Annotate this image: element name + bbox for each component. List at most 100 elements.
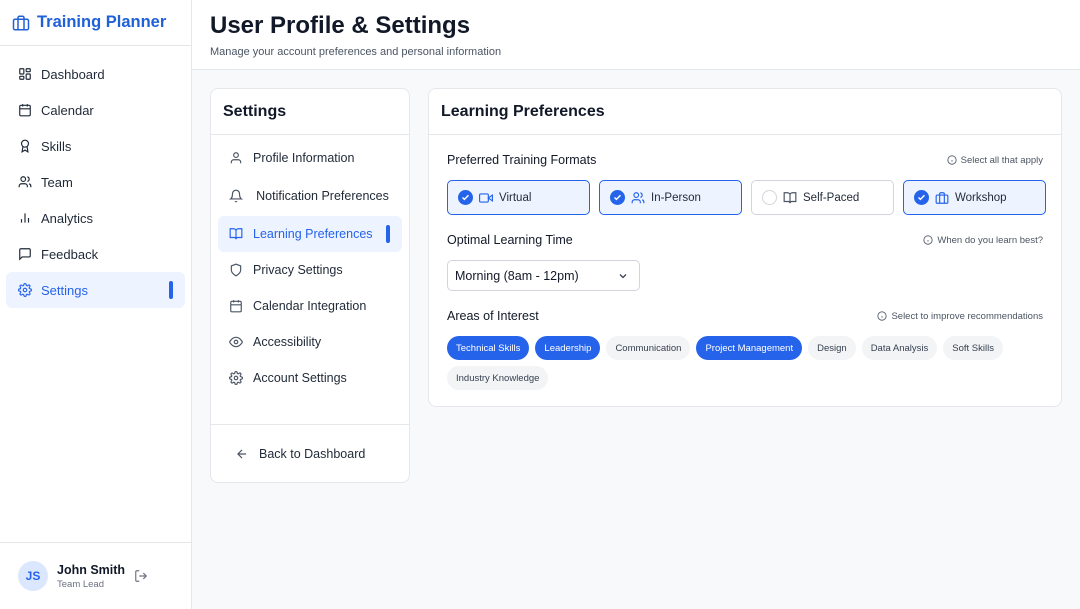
user-profile: JS John Smith Team Lead bbox=[0, 542, 191, 609]
interest-chip[interactable]: Soft Skills bbox=[943, 336, 1003, 360]
format-option-self-paced[interactable]: Self-Paced bbox=[751, 180, 894, 215]
active-indicator bbox=[169, 281, 173, 299]
learning-preferences-title: Learning Preferences bbox=[429, 89, 1061, 135]
info-icon bbox=[877, 311, 888, 321]
eye-icon bbox=[229, 335, 243, 349]
interest-chip[interactable]: Project Management bbox=[696, 336, 803, 360]
settings-item-label: Privacy Settings bbox=[253, 263, 343, 277]
settings-item-label: Learning Preferences bbox=[253, 227, 373, 241]
brand[interactable]: Training Planner bbox=[0, 0, 191, 46]
users-icon bbox=[631, 191, 645, 205]
sidebar-item-feedback[interactable]: Feedback bbox=[6, 236, 185, 272]
format-label: Workshop bbox=[955, 191, 1007, 204]
interest-chip[interactable]: Technical Skills bbox=[447, 336, 530, 360]
format-option-workshop[interactable]: Workshop bbox=[903, 180, 1046, 215]
format-label: Self-Paced bbox=[803, 191, 860, 204]
settings-item-label: Calendar Integration bbox=[253, 299, 367, 313]
formats-label: Preferred Training Formats bbox=[447, 153, 597, 167]
interests-header: Areas of Interest Select to improve reco… bbox=[447, 309, 1043, 323]
video-icon bbox=[479, 191, 493, 205]
interest-chip[interactable]: Communication bbox=[606, 336, 691, 360]
sidebar: Training Planner Dashboard Calendar Skil… bbox=[0, 0, 192, 609]
format-label: In-Person bbox=[651, 191, 701, 204]
sidebar-nav: Dashboard Calendar Skills Team Analytics… bbox=[0, 46, 191, 308]
shield-icon bbox=[229, 263, 243, 277]
settings-item-profile[interactable]: Profile Information bbox=[218, 140, 402, 176]
select-value: Morning (8am - 12pm) bbox=[455, 268, 579, 283]
settings-title: Settings bbox=[211, 89, 409, 135]
gear-icon bbox=[18, 283, 32, 297]
sidebar-item-label: Analytics bbox=[41, 210, 94, 226]
settings-item-privacy[interactable]: Privacy Settings bbox=[218, 252, 402, 288]
briefcase-icon bbox=[935, 191, 949, 205]
settings-item-account[interactable]: Account Settings bbox=[218, 360, 402, 396]
interests-label: Areas of Interest bbox=[447, 309, 539, 323]
settings-item-notifications[interactable]: Notification Preferences bbox=[218, 176, 402, 216]
page-header: User Profile & Settings Manage your acco… bbox=[192, 0, 1080, 70]
learning-preferences-card: Learning Preferences Preferred Training … bbox=[428, 88, 1062, 407]
format-label: Virtual bbox=[499, 191, 532, 204]
sidebar-item-settings[interactable]: Settings bbox=[6, 272, 185, 308]
interest-chip[interactable]: Leadership bbox=[535, 336, 601, 360]
interest-chip[interactable]: Design bbox=[808, 336, 856, 360]
formats-options: Virtual In-Person Self-Paced Workshop bbox=[447, 180, 1046, 215]
format-option-in-person[interactable]: In-Person bbox=[599, 180, 742, 215]
settings-item-label: Account Settings bbox=[253, 371, 347, 385]
message-icon bbox=[18, 247, 32, 261]
sidebar-item-label: Skills bbox=[41, 138, 72, 154]
checkbox-checked[interactable] bbox=[610, 190, 625, 205]
time-label: Optimal Learning Time bbox=[447, 233, 573, 247]
interest-chip[interactable]: Industry Knowledge bbox=[447, 366, 549, 390]
briefcase-icon bbox=[12, 14, 30, 32]
settings-item-calendar[interactable]: Calendar Integration bbox=[218, 288, 402, 324]
sidebar-item-calendar[interactable]: Calendar bbox=[6, 92, 185, 128]
gear-icon bbox=[229, 371, 243, 385]
sidebar-item-skills[interactable]: Skills bbox=[6, 128, 185, 164]
book-icon bbox=[229, 227, 243, 241]
info-icon bbox=[923, 235, 933, 245]
info-icon bbox=[947, 155, 957, 165]
sidebar-item-label: Settings bbox=[41, 282, 88, 298]
app-title: Training Planner bbox=[37, 13, 167, 31]
learning-time-select[interactable]: Morning (8am - 12pm) bbox=[447, 260, 640, 291]
sidebar-item-label: Team bbox=[41, 174, 73, 190]
interest-chip[interactable]: Data Analysis bbox=[861, 336, 938, 360]
users-icon bbox=[18, 175, 32, 189]
page-title: User Profile & Settings bbox=[210, 12, 471, 39]
settings-item-label: Notification Preferences bbox=[256, 188, 389, 203]
bell-icon bbox=[229, 189, 243, 203]
book-icon bbox=[783, 191, 797, 205]
bar-chart-icon bbox=[18, 211, 32, 225]
avatar[interactable]: JS bbox=[18, 561, 48, 591]
arrow-left-icon bbox=[235, 447, 249, 461]
sidebar-item-label: Dashboard bbox=[41, 66, 105, 82]
settings-nav-card: Settings Profile Information Notificatio… bbox=[210, 88, 410, 483]
formats-header: Preferred Training Formats Select all th… bbox=[447, 153, 1043, 167]
checkbox-checked[interactable] bbox=[458, 190, 473, 205]
grid-icon bbox=[18, 67, 32, 81]
user-icon bbox=[229, 151, 243, 165]
calendar-icon bbox=[229, 299, 243, 313]
user-name: John Smith bbox=[57, 562, 126, 577]
format-option-virtual[interactable]: Virtual bbox=[447, 180, 590, 215]
checkbox-unchecked[interactable] bbox=[762, 190, 777, 205]
back-to-dashboard-button[interactable]: Back to Dashboard bbox=[211, 424, 409, 482]
page-subtitle: Manage your account preferences and pers… bbox=[210, 46, 502, 58]
sidebar-item-analytics[interactable]: Analytics bbox=[6, 200, 185, 236]
sidebar-item-team[interactable]: Team bbox=[6, 164, 185, 200]
logout-icon[interactable] bbox=[134, 569, 148, 583]
settings-item-accessibility[interactable]: Accessibility bbox=[218, 324, 402, 360]
sidebar-item-label: Feedback bbox=[41, 246, 99, 262]
sidebar-item-dashboard[interactable]: Dashboard bbox=[6, 56, 185, 92]
back-label: Back to Dashboard bbox=[259, 446, 366, 461]
calendar-icon bbox=[18, 103, 32, 117]
user-role: Team Lead bbox=[57, 578, 105, 590]
active-indicator bbox=[386, 225, 390, 243]
settings-item-label: Accessibility bbox=[253, 335, 322, 349]
time-hint: When do you learn best? bbox=[923, 235, 1043, 246]
sidebar-item-label: Calendar bbox=[41, 102, 94, 118]
time-header: Optimal Learning Time When do you learn … bbox=[447, 233, 1043, 247]
interest-chips: Technical Skills Leadership Communicatio… bbox=[447, 336, 1047, 390]
settings-item-learning[interactable]: Learning Preferences bbox=[218, 216, 402, 252]
checkbox-checked[interactable] bbox=[914, 190, 929, 205]
